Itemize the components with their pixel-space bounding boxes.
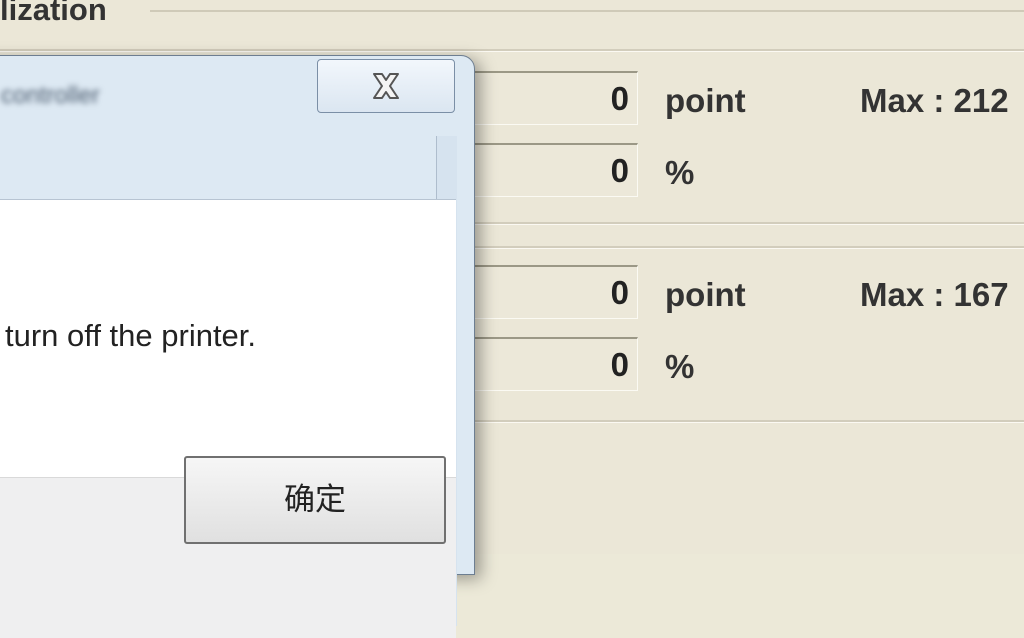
- ok-button[interactable]: 确定: [184, 456, 446, 544]
- dialog-message: turn off the printer.: [5, 318, 257, 353]
- dialog-close-button[interactable]: [317, 59, 455, 113]
- group-divider: [0, 49, 1024, 52]
- value-field-3[interactable]: 0: [460, 265, 638, 319]
- value-field-2[interactable]: 0: [460, 143, 638, 197]
- max-label-3: Max : 167: [860, 276, 1009, 313]
- groupbox-title: lization: [0, 0, 113, 28]
- close-icon: [373, 73, 399, 99]
- groupbox-border: [150, 10, 1024, 12]
- dialog-body: turn off the printer.: [0, 199, 456, 480]
- unit-label-1: point: [665, 82, 746, 119]
- unit-label-3: point: [665, 276, 746, 313]
- value-field-1[interactable]: 0: [460, 71, 638, 125]
- dialog-title: controller: [1, 82, 100, 109]
- max-label-1: Max : 212: [860, 82, 1009, 119]
- value-field-4[interactable]: 0: [460, 337, 638, 391]
- unit-label-2: %: [665, 154, 695, 191]
- unit-label-4: %: [665, 348, 695, 385]
